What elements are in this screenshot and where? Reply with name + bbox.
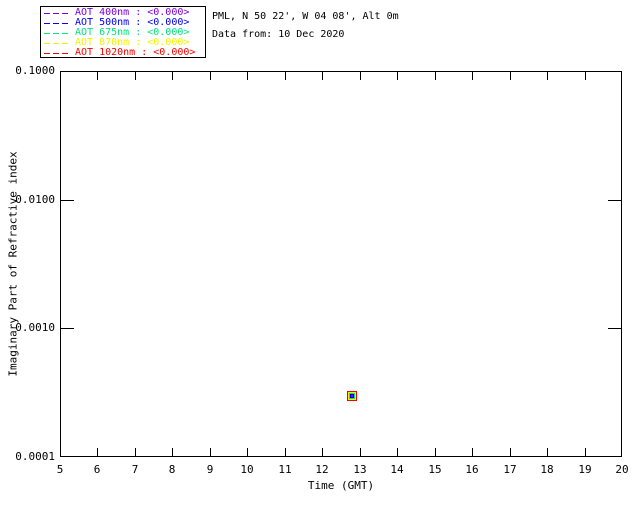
x-tick-mark-bottom (397, 448, 398, 456)
x-tick-mark-bottom (285, 448, 286, 456)
x-tick-label: 15 (428, 463, 442, 476)
data-date-text: Data from: 10 Dec 2020 (212, 29, 345, 40)
x-tick-mark-top (135, 72, 136, 80)
x-tick-label: 17 (503, 463, 517, 476)
legend-dash-icon (44, 52, 70, 54)
x-tick-mark-top (247, 72, 248, 80)
y-tick-mark-right (608, 200, 621, 201)
y-tick-mark-left (61, 328, 74, 329)
plot-header: PML, N 50 22', W 04 08', Alt 0m Data fro… (212, 8, 399, 44)
x-tick-mark-top (435, 72, 436, 80)
y-tick-label: 0.0001 (15, 450, 55, 463)
x-tick-mark-bottom (247, 448, 248, 456)
x-tick-mark-bottom (585, 448, 586, 456)
legend-label: AOT 1020nm : <0.000> (75, 47, 196, 58)
x-tick-label: 10 (240, 463, 254, 476)
x-tick-mark-bottom (435, 448, 436, 456)
legend-dash-icon (44, 42, 70, 44)
x-tick-label: 13 (353, 463, 367, 476)
x-tick-label: 8 (168, 463, 176, 476)
y-tick-label: 0.0100 (15, 193, 55, 206)
x-tick-label: 20 (615, 463, 629, 476)
plot-area (60, 71, 622, 457)
x-tick-label: 9 (206, 463, 214, 476)
x-tick-mark-top (172, 72, 173, 80)
x-tick-mark-bottom (510, 448, 511, 456)
legend-dash-icon (44, 22, 70, 24)
x-tick-mark-bottom (172, 448, 173, 456)
x-tick-mark-top (472, 72, 473, 80)
data-point-aot-400nm (351, 394, 354, 397)
x-tick-mark-bottom (97, 448, 98, 456)
x-tick-label: 5 (56, 463, 64, 476)
y-tick-mark-left (61, 200, 74, 201)
x-axis-title: Time (GMT) (307, 479, 375, 492)
x-tick-mark-top (397, 72, 398, 80)
x-tick-mark-top (322, 72, 323, 80)
x-tick-mark-bottom (322, 448, 323, 456)
x-tick-mark-top (285, 72, 286, 80)
x-tick-label: 14 (390, 463, 404, 476)
x-tick-mark-top (360, 72, 361, 80)
x-tick-mark-bottom (210, 448, 211, 456)
x-tick-label: 16 (465, 463, 479, 476)
x-tick-mark-bottom (472, 448, 473, 456)
x-tick-mark-bottom (547, 448, 548, 456)
x-tick-label: 18 (540, 463, 554, 476)
x-tick-label: 12 (315, 463, 329, 476)
x-tick-mark-top (510, 72, 511, 80)
legend-dash-icon (44, 32, 70, 34)
y-axis-title: Imaginary Part of Refractive index (6, 151, 20, 377)
x-tick-mark-top (97, 72, 98, 80)
y-tick-mark-right (608, 328, 621, 329)
y-tick-label: 0.1000 (15, 64, 55, 77)
legend-box: AOT 400nm : <0.000> AOT 500nm : <0.000> AO… (40, 6, 206, 58)
site-location-text: PML, N 50 22', W 04 08', Alt 0m (212, 11, 399, 22)
legend-row: AOT 1020nm : <0.000> (44, 48, 203, 58)
x-tick-label: 6 (93, 463, 101, 476)
x-tick-mark-bottom (360, 448, 361, 456)
y-tick-label: 0.0010 (15, 321, 55, 334)
x-tick-mark-top (210, 72, 211, 80)
x-tick-label: 11 (278, 463, 292, 476)
x-tick-label: 19 (578, 463, 592, 476)
aeronet-refractive-index-plot: AOT 400nm : <0.000> AOT 500nm : <0.000> AO… (0, 0, 640, 512)
x-tick-mark-top (585, 72, 586, 80)
x-tick-mark-top (547, 72, 548, 80)
x-tick-mark-bottom (135, 448, 136, 456)
legend-dash-icon (44, 12, 70, 14)
x-tick-label: 7 (131, 463, 139, 476)
